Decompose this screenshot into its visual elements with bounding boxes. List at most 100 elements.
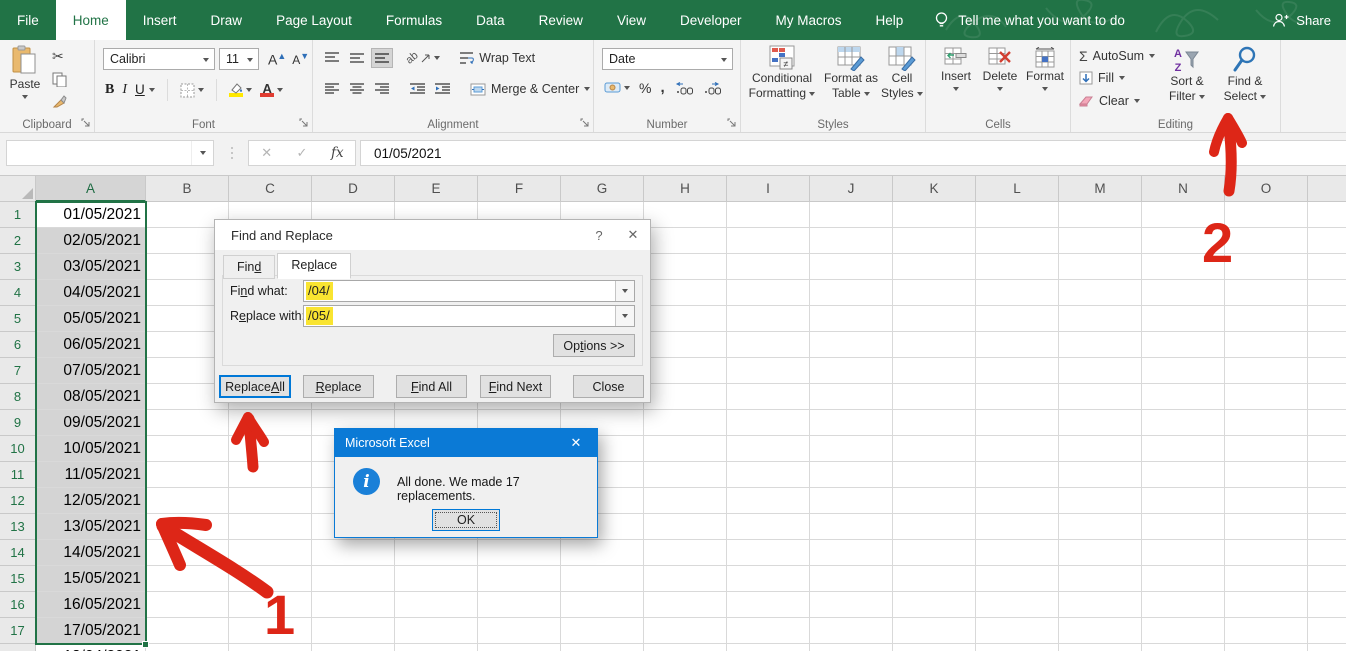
cell-K10[interactable] [893,436,976,462]
cell-L11[interactable] [976,462,1059,488]
cell-C18[interactable] [229,644,312,651]
cell-G14[interactable] [561,540,644,566]
cell-M16[interactable] [1059,592,1142,618]
cell-C15[interactable] [229,566,312,592]
cell-I11[interactable] [727,462,810,488]
cell-K17[interactable] [893,618,976,644]
cell-K2[interactable] [893,228,976,254]
tab-formulas[interactable]: Formulas [369,0,459,40]
cell-L3[interactable] [976,254,1059,280]
orientation-dropdown-icon[interactable] [434,56,441,60]
cell-A18[interactable]: 18/04/2021 [36,644,146,651]
fill-dropdown-icon[interactable] [1118,76,1125,80]
cell-E17[interactable] [395,618,478,644]
cell-L5[interactable] [976,306,1059,332]
paste-button[interactable]: Paste [4,45,46,99]
cell-D16[interactable] [312,592,395,618]
cell-K15[interactable] [893,566,976,592]
cell-N1[interactable] [1142,202,1225,228]
cell-O11[interactable] [1225,462,1308,488]
cell-K18[interactable] [893,644,976,651]
format-as-table-button[interactable]: Format as Table [823,45,879,101]
cell-A9[interactable]: 09/05/2021 [36,410,146,436]
cell-K9[interactable] [893,410,976,436]
cf-dropdown-icon[interactable] [809,91,816,96]
font-size-combobox[interactable]: 11 [219,48,259,70]
column-header-L[interactable]: L [976,176,1059,202]
column-header-B[interactable]: B [146,176,229,202]
underline-button[interactable]: U [135,81,156,99]
row-header-3[interactable]: 3 [0,254,36,280]
cell-H8[interactable] [644,384,727,410]
insert-function-icon[interactable]: fx [320,145,355,161]
cell-L18[interactable] [976,644,1059,651]
cell-K14[interactable] [893,540,976,566]
cell-B18[interactable] [146,644,229,651]
cell-N15[interactable] [1142,566,1225,592]
cell-B11[interactable] [146,462,229,488]
cell-L6[interactable] [976,332,1059,358]
row-header-5[interactable]: 5 [0,306,36,332]
cell-O1[interactable] [1225,202,1308,228]
cell-O5[interactable] [1225,306,1308,332]
fat-dropdown-icon[interactable] [864,91,870,96]
cell-I18[interactable] [727,644,810,651]
tab-file[interactable]: File [0,0,56,40]
number-format-combobox[interactable]: Date [602,48,733,70]
cell-G17[interactable] [561,618,644,644]
selection-fill-handle[interactable] [142,641,149,648]
cell-J8[interactable] [810,384,893,410]
cell-J15[interactable] [810,566,893,592]
cell-N11[interactable] [1142,462,1225,488]
cell-O10[interactable] [1225,436,1308,462]
cell-M4[interactable] [1059,280,1142,306]
cell-L1[interactable] [976,202,1059,228]
cell-partial-18[interactable] [1308,644,1346,651]
clear-button[interactable]: Clear [1079,94,1140,108]
align-center-button[interactable] [346,79,368,99]
cell-J5[interactable] [810,306,893,332]
row-header-7[interactable]: 7 [0,358,36,384]
cell-L2[interactable] [976,228,1059,254]
row-header-8[interactable]: 8 [0,384,36,410]
cell-J16[interactable] [810,592,893,618]
cell-partial-6[interactable] [1308,332,1346,358]
cell-H9[interactable] [644,410,727,436]
cell-J12[interactable] [810,488,893,514]
align-top-button[interactable] [321,48,343,68]
cell-M7[interactable] [1059,358,1142,384]
cell-M10[interactable] [1059,436,1142,462]
fill-button[interactable]: Fill [1079,71,1125,85]
cell-J13[interactable] [810,514,893,540]
paste-dropdown-icon[interactable] [22,95,28,99]
dialog-help-button[interactable]: ? [582,220,616,250]
find-replace-titlebar[interactable]: Find and Replace ? ✕ [215,220,650,250]
cell-J18[interactable] [810,644,893,651]
merge-center-dropdown-icon[interactable] [584,87,591,91]
cell-J7[interactable] [810,358,893,384]
cell-B12[interactable] [146,488,229,514]
cell-D15[interactable] [312,566,395,592]
clipboard-dialog-launcher-icon[interactable] [81,118,91,128]
cell-J6[interactable] [810,332,893,358]
cell-M5[interactable] [1059,306,1142,332]
cell-K6[interactable] [893,332,976,358]
cell-J11[interactable] [810,462,893,488]
cell-J10[interactable] [810,436,893,462]
decrease-indent-button[interactable] [406,79,428,99]
column-header-I[interactable]: I [727,176,810,202]
cell-M2[interactable] [1059,228,1142,254]
cs-dropdown-icon[interactable] [917,91,924,96]
find-select-dropdown-icon[interactable] [1260,94,1267,99]
cell-O14[interactable] [1225,540,1308,566]
cell-I2[interactable] [727,228,810,254]
delete-dropdown-icon[interactable] [997,87,1003,91]
cell-K3[interactable] [893,254,976,280]
cell-O18[interactable] [1225,644,1308,651]
cell-O6[interactable] [1225,332,1308,358]
cell-H10[interactable] [644,436,727,462]
cell-O15[interactable] [1225,566,1308,592]
name-box[interactable] [6,140,214,166]
cell-D14[interactable] [312,540,395,566]
replace-button[interactable]: Replace [303,375,374,398]
